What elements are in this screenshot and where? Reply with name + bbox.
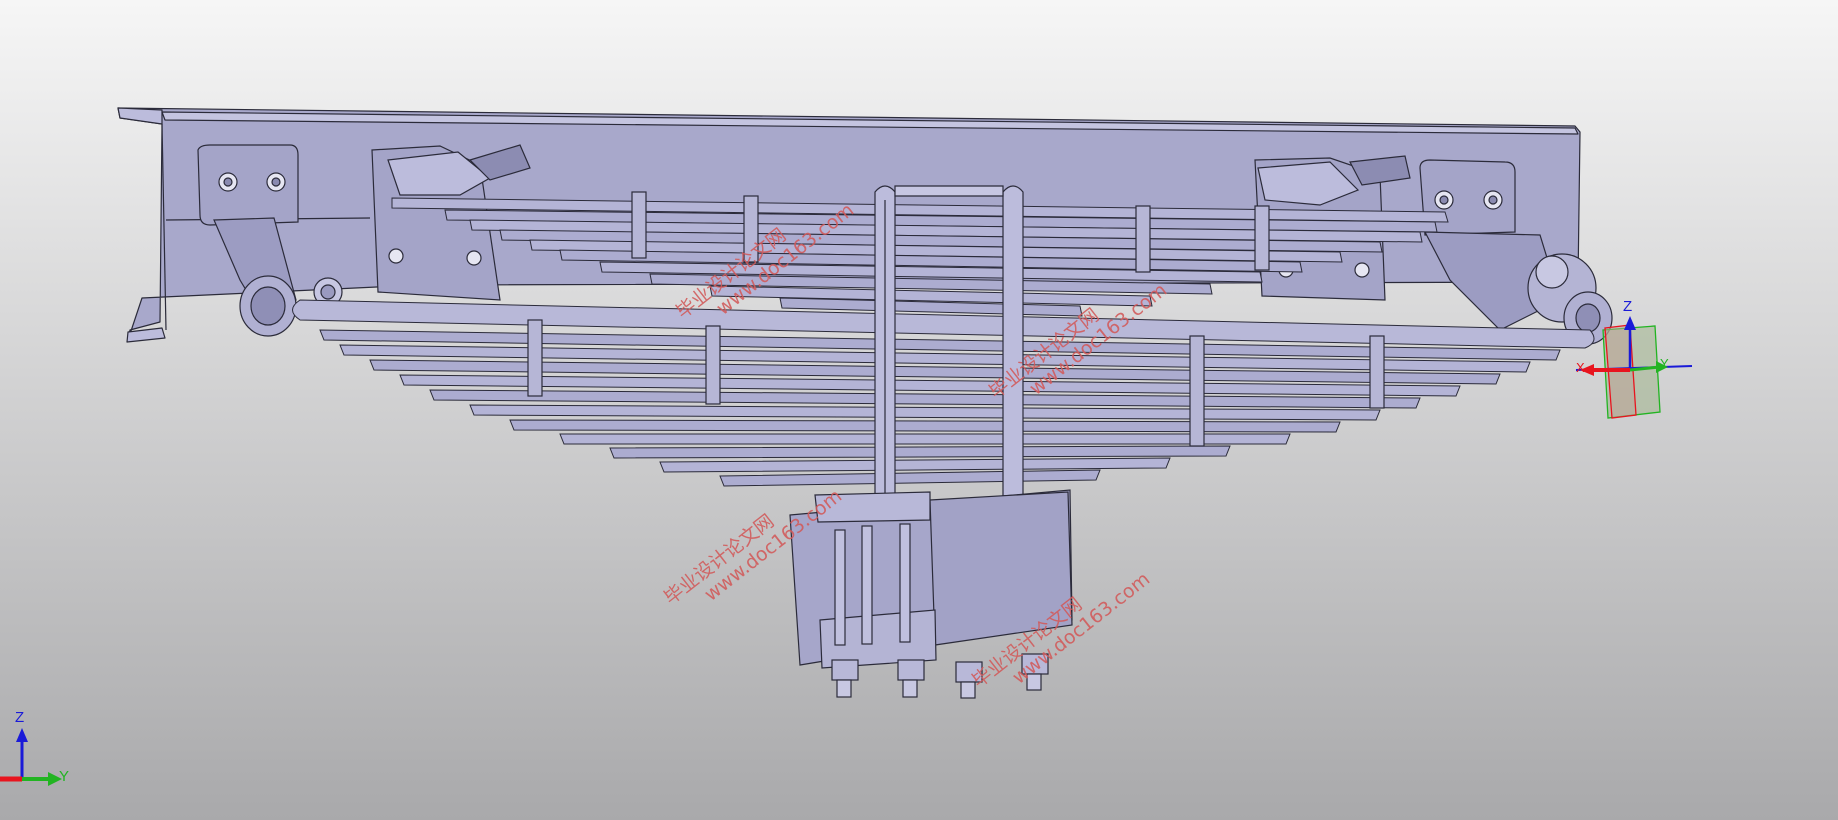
- corner-axis-label-y: Y: [59, 768, 70, 785]
- leaf-spring-assembly-model[interactable]: [0, 0, 1838, 820]
- model-axis-label-y: Y: [1660, 356, 1669, 371]
- corner-axis-label-z: Z: [15, 709, 25, 726]
- cad-3d-viewport[interactable]: Z Y Z Y X 毕业设计论文网 www.doc163.com 毕业设计论文网…: [0, 0, 1838, 820]
- model-axis-label-x: X: [1576, 360, 1585, 375]
- model-axis-label-z: Z: [1623, 298, 1633, 315]
